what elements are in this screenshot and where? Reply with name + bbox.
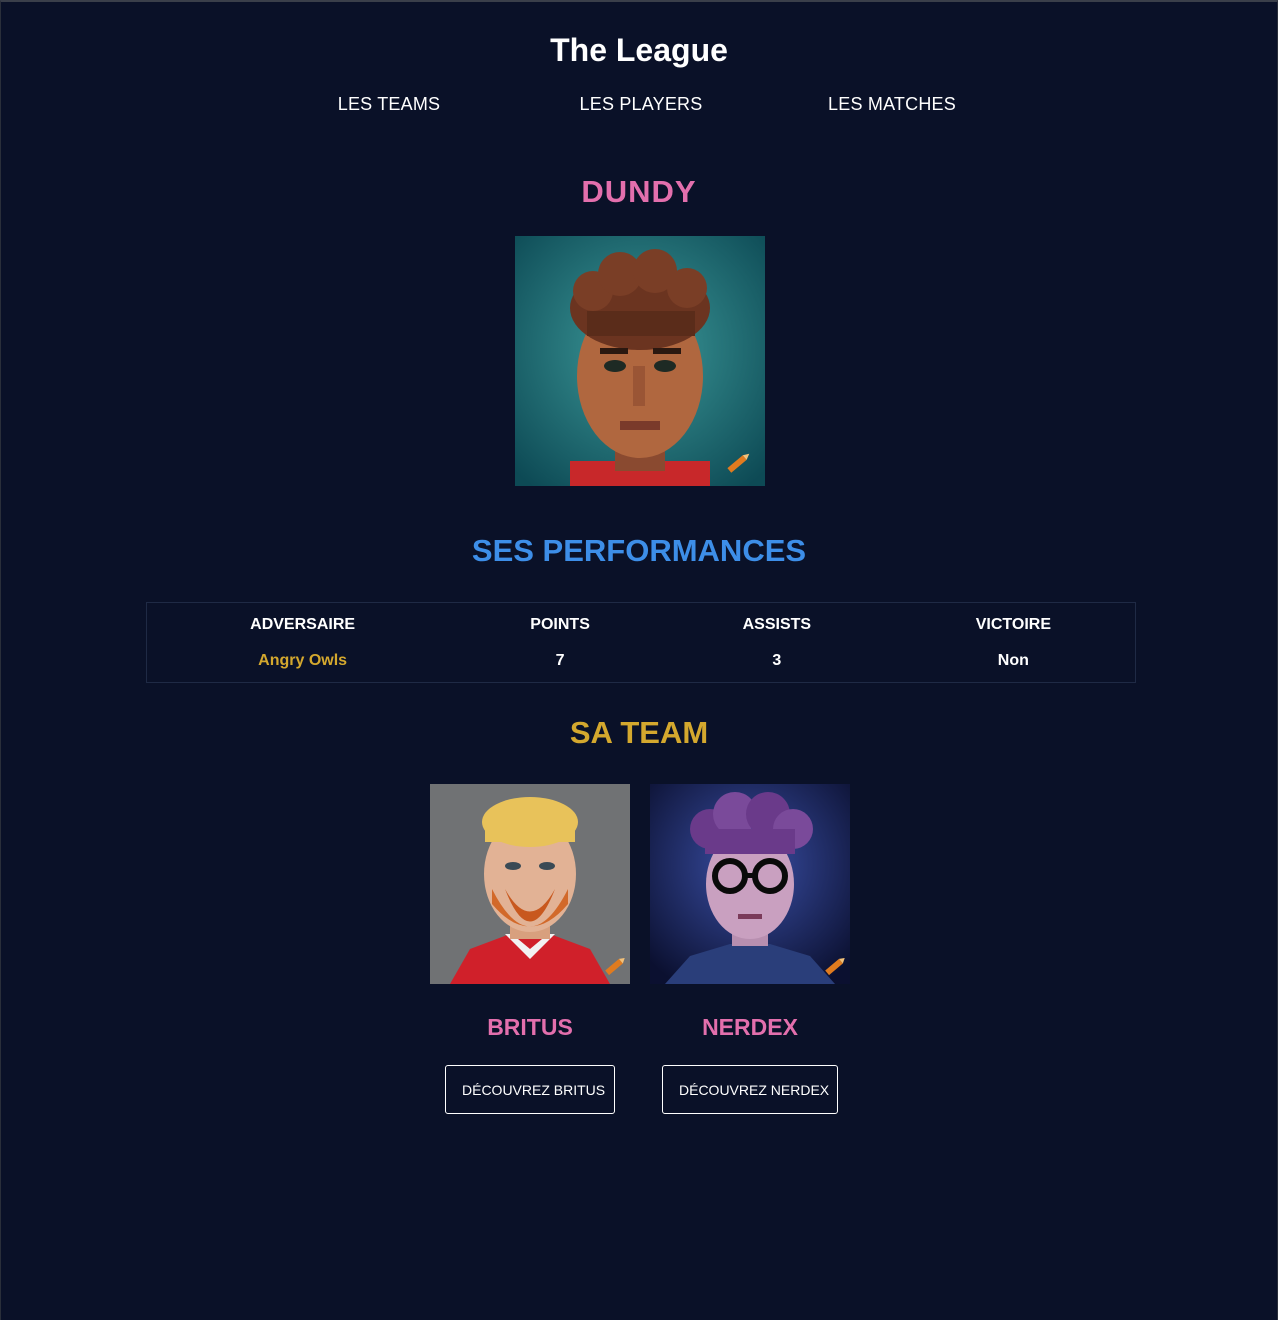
member-name: BRITUS bbox=[487, 1014, 573, 1040]
column-header-adversaire: ADVERSAIRE bbox=[250, 616, 356, 634]
main-nav: LES TEAMS LES PLAYERS LES MATCHES bbox=[1, 94, 1277, 118]
player-portrait bbox=[515, 236, 765, 486]
discover-nerdex-button[interactable]: DÉCOUVREZ NERDEX bbox=[662, 1065, 838, 1114]
member-name: NERDEX bbox=[702, 1014, 798, 1040]
performances-table: ADVERSAIRE POINTS ASSISTS VICTOIRE Angry… bbox=[146, 602, 1136, 683]
nav-link-matches[interactable]: LES MATCHES bbox=[828, 94, 956, 115]
player-name: DUNDY bbox=[581, 174, 697, 209]
player-portrait-image bbox=[515, 236, 765, 486]
performances-title: SES PERFORMANCES bbox=[471, 533, 807, 568]
team-title: SA TEAM bbox=[569, 715, 709, 750]
nav-link-teams[interactable]: LES TEAMS bbox=[338, 94, 441, 115]
member-photo bbox=[430, 784, 630, 984]
discover-britus-button[interactable]: DÉCOUVREZ BRITUS bbox=[445, 1065, 615, 1114]
britus-portrait-image bbox=[430, 784, 630, 984]
cell-victoire: Non bbox=[997, 651, 1029, 669]
nerdex-portrait-image bbox=[650, 784, 850, 984]
site-title: The League bbox=[550, 32, 728, 68]
column-header-victoire: VICTOIRE bbox=[975, 616, 1051, 634]
table-row: Angry Owls 7 3 Non bbox=[147, 644, 1136, 683]
cell-adversaire[interactable]: Angry Owls bbox=[147, 644, 459, 683]
column-header-points: POINTS bbox=[530, 616, 590, 634]
member-photo bbox=[650, 784, 850, 984]
cell-points: 7 bbox=[555, 651, 565, 669]
table-header-row: ADVERSAIRE POINTS ASSISTS VICTOIRE bbox=[147, 603, 1136, 644]
column-header-assists: ASSISTS bbox=[742, 616, 812, 634]
nav-link-players[interactable]: LES PLAYERS bbox=[580, 94, 703, 115]
cell-assists: 3 bbox=[772, 651, 782, 669]
team-member-card: NERDEX DÉCOUVREZ NERDEX bbox=[650, 784, 850, 1114]
team-member-card: BRITUS DÉCOUVREZ BRITUS bbox=[430, 784, 630, 1114]
